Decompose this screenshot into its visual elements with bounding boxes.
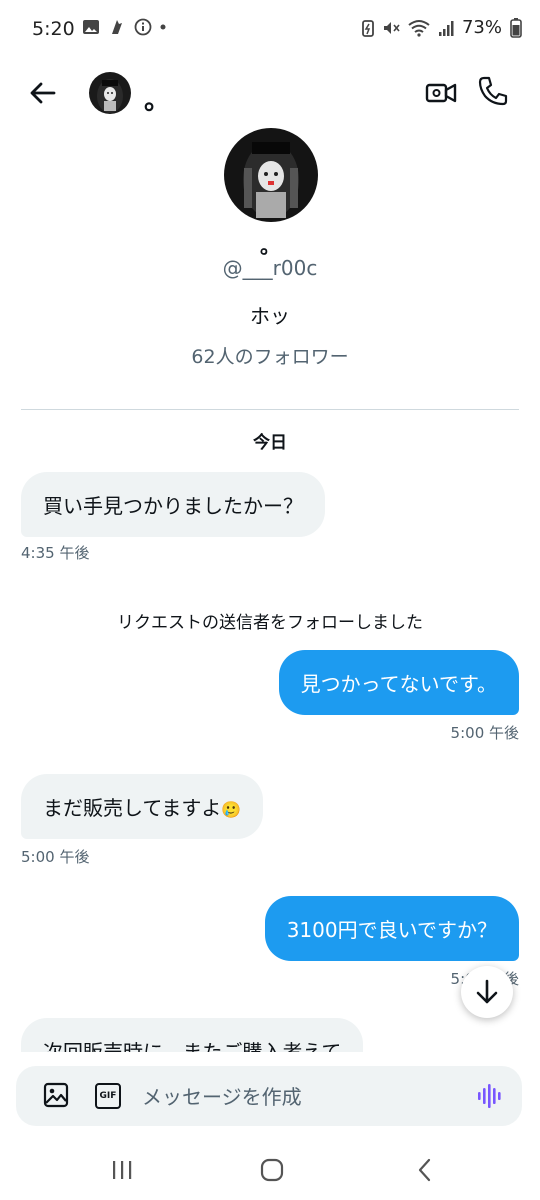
message-text: 次回販売時に、またご購入考えて: [43, 1040, 342, 1052]
message-bubble-incoming[interactable]: まだ販売してますよ🥲: [21, 774, 264, 839]
message-bubble-outgoing[interactable]: 見つかってないです。: [278, 650, 519, 715]
date-separator: 今日: [253, 433, 287, 453]
header-avatar[interactable]: [89, 72, 131, 114]
voice-message-icon[interactable]: [474, 1080, 506, 1112]
message-bubble-incoming[interactable]: 次回販売時に、またご購入考えて: [21, 1018, 364, 1052]
home-icon[interactable]: [257, 1155, 287, 1185]
recent-apps-icon[interactable]: [107, 1155, 137, 1185]
scroll-to-bottom-button[interactable]: [461, 966, 513, 1018]
header-name[interactable]: 。: [144, 80, 170, 117]
video-call-icon[interactable]: [424, 76, 458, 110]
battery-percent: 73%: [461, 17, 502, 38]
app-notification-icon: [112, 20, 122, 34]
battery-saver-icon: [362, 19, 374, 37]
back-nav-icon[interactable]: [410, 1155, 440, 1185]
profile-name: 。: [260, 234, 280, 258]
status-time: 5:20: [32, 18, 75, 40]
message-list[interactable]: 買い手見つかりましたかー？ 4:35 午後 リクエストの送信者をフォローしました…: [0, 470, 540, 1052]
message-bubble-incoming[interactable]: 買い手見つかりましたかー？: [21, 472, 325, 537]
wifi-icon: [408, 19, 430, 37]
message-text: 見つかってないです。: [300, 672, 497, 696]
profile-followers[interactable]: 62人のフォロワー: [0, 342, 540, 369]
message-bubble-outgoing[interactable]: 3100円で良いですか？: [264, 896, 519, 961]
image-icon[interactable]: [42, 1081, 70, 1109]
message-text: 3100円で良いですか？: [286, 918, 497, 942]
message-emoji: 🥲: [221, 800, 242, 819]
profile-bio: ホッ: [250, 304, 290, 328]
arrow-down-icon: [476, 979, 498, 1004]
gif-button[interactable]: GIF: [95, 1083, 121, 1109]
avatar-image: [89, 72, 131, 114]
mute-icon: [383, 21, 400, 34]
message-input[interactable]: [140, 1080, 464, 1114]
status-bar: 5:20 73%: [0, 0, 540, 62]
divider: [21, 409, 519, 410]
info-icon: [134, 18, 152, 36]
more-notifications-dot-icon: [160, 24, 166, 30]
profile-avatar[interactable]: [224, 128, 318, 222]
message-timestamp: 5:00 午後: [450, 724, 519, 742]
profile-handle: @___r00c: [222, 256, 318, 280]
message-text: まだ販売してますよ: [43, 796, 222, 820]
battery-icon: [510, 17, 522, 38]
signal-icon: [438, 20, 454, 36]
message-timestamp: 4:35 午後: [21, 544, 90, 562]
profile-avatar-image: [224, 128, 318, 222]
gif-label: GIF: [99, 1091, 117, 1101]
system-message: リクエストの送信者をフォローしました: [117, 613, 423, 633]
back-arrow-icon[interactable]: [26, 76, 60, 110]
message-timestamp: 5:00 午後: [21, 848, 90, 866]
gallery-notification-icon: [83, 20, 99, 34]
phone-icon[interactable]: [476, 74, 510, 108]
message-text: 買い手見つかりましたかー？: [43, 494, 303, 518]
